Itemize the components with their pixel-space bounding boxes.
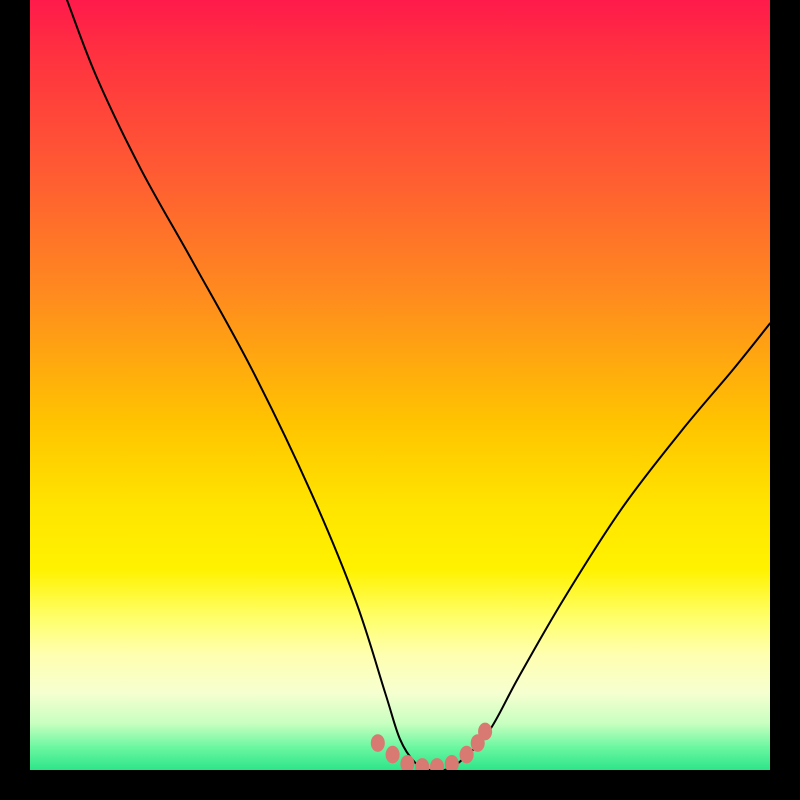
marker-dot xyxy=(445,755,459,770)
bottleneck-curve xyxy=(67,0,770,770)
marker-dot xyxy=(478,723,492,741)
plot-area xyxy=(30,0,770,770)
chart-stage: TheBottleneck.com xyxy=(0,0,800,800)
curve-layer xyxy=(30,0,770,770)
marker-dot xyxy=(460,746,474,764)
marker-dot xyxy=(415,758,429,770)
highlighted-points xyxy=(371,723,492,770)
marker-dot xyxy=(430,758,444,770)
marker-dot xyxy=(400,755,414,770)
marker-dot xyxy=(386,746,400,764)
marker-dot xyxy=(371,734,385,752)
